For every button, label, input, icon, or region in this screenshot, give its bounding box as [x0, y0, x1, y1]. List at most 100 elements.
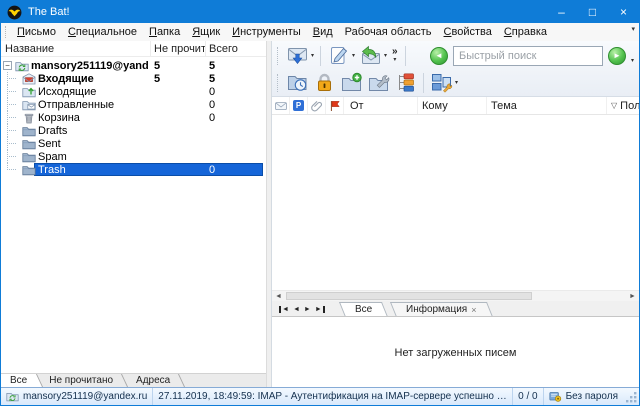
menu-tools[interactable]: Инструменты [226, 25, 307, 39]
tree-connector [1, 98, 19, 111]
last-tab-button[interactable]: ► [315, 306, 325, 313]
tree-connector [1, 163, 19, 176]
folder-row-spam[interactable]: Spam [1, 150, 266, 163]
column-header-attachment[interactable] [308, 97, 326, 114]
folder-row-account[interactable]: − mansory251119@yandex.ru 5 5 [1, 59, 266, 72]
new-folder-button[interactable] [338, 70, 365, 95]
toolbar-grip [277, 47, 280, 65]
tab-close-icon[interactable]: × [471, 305, 476, 315]
menu-workspace[interactable]: Рабочая область [339, 25, 438, 39]
scroll-left-arrow[interactable]: ◄ [272, 291, 285, 301]
menu-folder[interactable]: Папка [143, 25, 186, 39]
folder-label: Корзина [38, 112, 80, 124]
tree-connector [1, 124, 19, 137]
total-count: 0 [209, 99, 215, 111]
scroll-right-arrow[interactable]: ► [626, 291, 639, 301]
status-log-message: 27.11.2019, 18:49:59: IMAP - Аутентифика… [153, 388, 513, 405]
mail-reply-icon [359, 45, 382, 66]
minimize-button[interactable]: – [546, 1, 577, 23]
status-password-mode[interactable]: Без пароля [544, 388, 623, 405]
dropdown-arrow-icon[interactable]: ▾ [352, 52, 355, 59]
folder-maintenance-button[interactable] [365, 70, 392, 95]
column-header-flag[interactable] [326, 97, 344, 114]
column-header-to[interactable]: Кому [418, 97, 487, 114]
menu-properties[interactable]: Свойства [438, 25, 498, 39]
no-password-icon [549, 391, 562, 402]
tab-all[interactable]: Все [1, 374, 43, 387]
message-list-empty[interactable] [272, 115, 639, 290]
dropdown-arrow-icon[interactable]: ▾ [384, 52, 387, 59]
menu-message[interactable]: Письмо [11, 25, 62, 39]
folder-icon [22, 151, 36, 163]
search-next-button[interactable]: ► [608, 47, 626, 65]
toolbar-overflow[interactable]: » ▾ [392, 48, 398, 64]
quick-search-input[interactable] [453, 46, 603, 66]
tab-unread[interactable]: Не прочитано [40, 374, 122, 387]
column-header-status[interactable] [272, 97, 290, 114]
flag-icon [329, 100, 341, 112]
search-previous-button[interactable]: ◄ [430, 47, 448, 65]
first-tab-button[interactable]: ◄ [279, 306, 289, 313]
total-count: 0 [209, 86, 215, 98]
overflow-chevron-icon[interactable]: » [392, 48, 398, 56]
maximize-button[interactable]: □ [577, 1, 608, 23]
menu-help[interactable]: Справка [498, 25, 553, 39]
scrollbar-track[interactable] [285, 291, 626, 301]
new-message-button[interactable]: ▾ [325, 43, 357, 68]
toolbar-separator [320, 46, 321, 66]
preview-tab-all[interactable]: Все [339, 302, 388, 317]
password-lock-button[interactable] [311, 70, 338, 95]
dropdown-arrow-icon[interactable]: ▾ [455, 79, 458, 86]
folder-label: Spam [38, 151, 67, 163]
folder-row-trash-selected[interactable]: Trash 0 [1, 163, 266, 176]
resize-grip-icon[interactable] [625, 391, 638, 404]
preview-tab-information[interactable]: Информация × [390, 302, 493, 317]
folder-pane-header: Название Не прочита... Всего [1, 41, 266, 57]
column-header-subject[interactable]: Тема [487, 97, 607, 114]
next-tab-button[interactable]: ► [304, 306, 311, 313]
dispatch-mail-button[interactable] [284, 70, 311, 95]
dropdown-arrow-icon[interactable]: ▾ [311, 52, 314, 59]
column-header-name[interactable]: Название [1, 41, 151, 56]
folder-row-outbox[interactable]: Исходящие 0 [1, 85, 266, 98]
folder-pane-tabs: Все Не прочитано Адреса [1, 373, 266, 387]
previous-tab-button[interactable]: ◄ [293, 306, 300, 313]
menu-mailbox[interactable]: Ящик [186, 25, 226, 39]
folder-label: Trash [38, 164, 66, 176]
folder-row-trash-ru[interactable]: Корзина 0 [1, 111, 266, 124]
inbox-icon [22, 73, 36, 85]
scrollbar-thumb[interactable] [286, 292, 532, 300]
folder-row-drafts[interactable]: Drafts [1, 124, 266, 137]
workspace-button[interactable]: ▾ [428, 70, 460, 95]
column-header-priority[interactable]: P [290, 97, 308, 114]
outbox-icon [22, 86, 36, 98]
preview-tab-information-label: Информация [406, 304, 467, 315]
column-header-total[interactable]: Всего [206, 41, 266, 56]
folder-row-inbox[interactable]: Входящие 5 5 [1, 72, 266, 85]
sorting-office-button[interactable] [392, 70, 419, 95]
window-title: The Bat! [28, 6, 70, 18]
overflow-arrow-icon[interactable]: ▾ [393, 56, 396, 64]
tree-connector [1, 111, 19, 124]
horizontal-scrollbar: ◄ ► [272, 290, 639, 301]
toolbar-row-1: ▾ ▾ ▾ » ▾ [274, 42, 637, 69]
menu-overflow-arrow-icon[interactable]: ▾ [631, 25, 635, 33]
search-options-arrow-icon[interactable]: ▾ [631, 57, 634, 64]
column-header-from[interactable]: От [344, 97, 418, 114]
column-header-received[interactable]: ▽ Получ [607, 97, 639, 114]
reply-button[interactable]: ▾ [357, 43, 389, 68]
close-button[interactable]: × [608, 1, 639, 23]
tab-addresses[interactable]: Адреса [127, 374, 179, 387]
folder-label: Sent [38, 138, 61, 150]
expander-icon[interactable]: − [3, 61, 12, 70]
total-count: 0 [209, 164, 215, 176]
lock-icon [313, 72, 336, 93]
status-account-section[interactable]: mansory251119@yandex.ru [1, 388, 153, 405]
preview-tab-bar: ◄ ◄ ► ► Все Информация × [272, 301, 639, 317]
menu-view[interactable]: Вид [307, 25, 339, 39]
menu-special[interactable]: Специальное [62, 25, 143, 39]
column-header-unread[interactable]: Не прочита... [151, 41, 206, 56]
get-mail-button[interactable]: ▾ [284, 43, 316, 68]
folder-row-sent-items[interactable]: Отправленные 0 [1, 98, 266, 111]
folder-row-sent[interactable]: Sent [1, 137, 266, 150]
